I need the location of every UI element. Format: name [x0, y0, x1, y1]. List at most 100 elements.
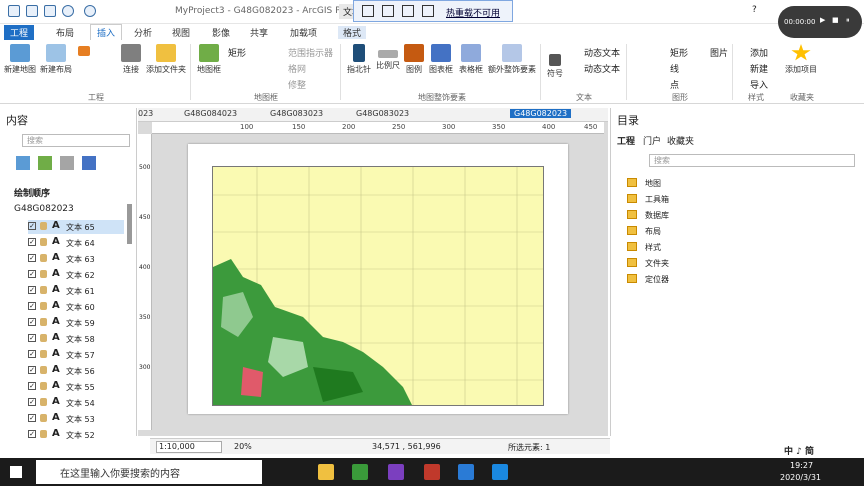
new-layout-button[interactable]: 新建布局	[38, 44, 74, 75]
doc-tab[interactable]: G48G083023	[356, 109, 409, 118]
catalog-item[interactable]: 文件夹	[627, 258, 669, 269]
selection-icon[interactable]	[38, 156, 52, 170]
snapping-icon[interactable]	[82, 156, 96, 170]
table-frame-button[interactable]: 表格框	[456, 44, 486, 75]
layer-item[interactable]: ✓ A 文本 57	[28, 348, 124, 362]
layer-item[interactable]: ✓ A 文本 52	[28, 428, 124, 442]
tab-catalog-project[interactable]: 工程	[617, 134, 635, 147]
doc-tab[interactable]: G48G084023	[184, 109, 237, 118]
file-explorer-icon[interactable]	[318, 464, 334, 480]
doc-tab[interactable]: 023	[138, 109, 153, 118]
open-icon[interactable]	[26, 5, 38, 17]
cursor-icon[interactable]	[382, 5, 394, 17]
hot-reload-label[interactable]: 热重载不可用	[446, 6, 500, 19]
layer-item[interactable]: ✓ A 文本 53	[28, 412, 124, 426]
text-rectangle-button[interactable]: 动态文本	[584, 46, 620, 59]
doc-tab-active[interactable]: G48G082023	[510, 109, 572, 118]
trim-button[interactable]: 修整	[288, 78, 306, 91]
tab-share[interactable]: 共享	[250, 26, 268, 39]
tab-project[interactable]: 工程	[4, 25, 35, 40]
catalog-item[interactable]: 地图	[627, 178, 661, 189]
contents-scrollbar[interactable]	[127, 204, 132, 244]
capture-icon[interactable]	[422, 5, 434, 17]
layer-item[interactable]: ✓ A 文本 59	[28, 316, 124, 330]
layer-item[interactable]: ✓ A 文本 54	[28, 396, 124, 410]
scale-select[interactable]: 1:10,000	[156, 441, 222, 453]
stop-icon[interactable]: ■	[832, 16, 839, 24]
winrar-icon[interactable]	[424, 464, 440, 480]
tab-layout[interactable]: 布局	[56, 26, 74, 39]
catalog-search-input[interactable]: 搜索	[649, 154, 855, 167]
new-project-icon[interactable]	[8, 5, 20, 17]
doc-tab[interactable]: G48G083023	[270, 109, 323, 118]
map-frame[interactable]	[212, 166, 544, 406]
layer-item[interactable]: ✓ A 文本 58	[28, 332, 124, 346]
add-style-button[interactable]: 添加	[750, 46, 768, 59]
catalog-item[interactable]: 工具箱	[627, 194, 669, 205]
layer-item[interactable]: ✓ A 文本 61	[28, 284, 124, 298]
layer-item[interactable]: ✓ A 文本 56	[28, 364, 124, 378]
catalog-item[interactable]: 布局	[627, 226, 661, 237]
arcgis-icon[interactable]	[458, 464, 474, 480]
catalog-item[interactable]: 样式	[627, 242, 661, 253]
add-item-button[interactable]: 添加项目	[782, 44, 820, 75]
layout-page[interactable]	[188, 144, 568, 414]
layer-item[interactable]: ✓ A 文本 55	[28, 380, 124, 394]
line-button[interactable]: 线	[670, 62, 679, 75]
editing-icon[interactable]	[60, 156, 74, 170]
windows-start-icon[interactable]	[10, 466, 22, 478]
tab-format[interactable]: 格式	[338, 26, 367, 39]
legend-button[interactable]: 图例	[402, 44, 426, 75]
draw-order-icon[interactable]	[16, 156, 30, 170]
ime-indicator[interactable]: 中 ♪ 简	[784, 444, 814, 457]
layer-item[interactable]: ✓ A 文本 65	[28, 220, 124, 234]
north-arrow-button[interactable]: 指北针	[344, 44, 374, 75]
import-style-button[interactable]: 导入	[750, 78, 768, 91]
add-folder-button[interactable]: 添加文件夹	[144, 44, 188, 75]
tab-insert[interactable]: 插入	[90, 24, 123, 40]
visual-studio-icon[interactable]	[388, 464, 404, 480]
graphic-rectangle-button[interactable]: 矩形	[670, 46, 688, 59]
extra-surround-button[interactable]: 额外整饰要素	[486, 44, 538, 75]
rectangle-button[interactable]: 矩形	[228, 46, 246, 59]
catalog-item[interactable]: 定位器	[627, 274, 669, 285]
layer-node[interactable]: G48G082023	[14, 204, 74, 214]
recorder-app-icon[interactable]	[492, 464, 508, 480]
browser-icon[interactable]	[352, 464, 368, 480]
dynamic-text-button[interactable]: 动态文本	[584, 62, 620, 75]
tab-catalog-portal[interactable]: 门户	[643, 134, 661, 147]
save-icon[interactable]	[44, 5, 56, 17]
point-button[interactable]: 点	[670, 78, 679, 91]
layer-item[interactable]: ✓ A 文本 62	[28, 268, 124, 282]
undo-icon[interactable]	[62, 5, 74, 17]
layer-item[interactable]: ✓ A 文本 60	[28, 300, 124, 314]
contents-search-input[interactable]: 搜索	[22, 134, 130, 147]
help-icon[interactable]: ?	[752, 5, 757, 15]
symbol-button[interactable]: 符号	[544, 54, 566, 79]
frame-icon[interactable]	[402, 5, 414, 17]
catalog-item[interactable]: 数据库	[627, 210, 669, 221]
connect-button[interactable]: 连接	[118, 44, 144, 75]
new-style-button[interactable]: 新建	[750, 62, 768, 75]
layer-item[interactable]: ✓ A 文本 63	[28, 252, 124, 266]
tab-view[interactable]: 视图	[172, 26, 190, 39]
tab-imagery[interactable]: 影像	[212, 26, 230, 39]
picture-button[interactable]: 图片	[710, 46, 728, 59]
tab-analysis[interactable]: 分析	[134, 26, 152, 39]
layer-item[interactable]: ✓ A 文本 64	[28, 236, 124, 250]
extent-indicator-button[interactable]: 范围指示器	[288, 46, 333, 59]
tab-addin[interactable]: 加载项	[290, 26, 317, 39]
taskbar-search-input[interactable]: 在这里输入你要搜索的内容	[36, 460, 262, 484]
redo-icon[interactable]	[84, 5, 96, 17]
map-frame-button[interactable]: 地图框	[194, 44, 224, 75]
play-icon[interactable]: ▶	[820, 16, 825, 24]
import-button[interactable]	[76, 46, 92, 58]
chart-frame-button[interactable]: 图表框	[426, 44, 456, 75]
new-map-button[interactable]: 新建地图	[2, 44, 38, 75]
grid-button[interactable]: 格网	[288, 62, 306, 75]
select-icon[interactable]	[362, 5, 374, 17]
scale-bar-button[interactable]: 比例尺	[374, 44, 402, 71]
tab-catalog-favorites[interactable]: 收藏夹	[667, 134, 694, 147]
zoom-select[interactable]: 20%	[234, 442, 252, 451]
pause-icon[interactable]: ⏸	[846, 16, 850, 25]
